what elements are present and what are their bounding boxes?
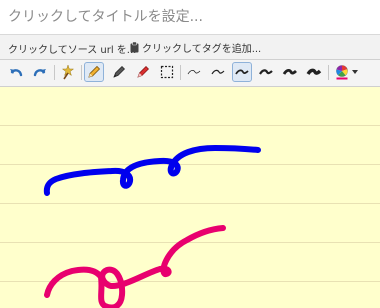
select-tool-button[interactable] — [157, 62, 177, 82]
stroke-width-3-icon — [235, 69, 249, 75]
tags-label: クリックしてタグを追加... — [142, 44, 262, 55]
title-input[interactable] — [8, 7, 372, 27]
pencil-icon — [88, 65, 101, 78]
title-bar — [0, 0, 380, 35]
source-url-link[interactable]: クリックしてソース url を... — [8, 41, 136, 56]
pink-ink-stroke — [44, 225, 226, 308]
stroke-width-6-button[interactable] — [304, 62, 324, 82]
stroke-width-4-icon — [259, 69, 273, 75]
tags-link[interactable]: クリックしてタグを追加... — [130, 40, 261, 55]
toolbar-separator — [81, 65, 82, 80]
color-picker-button[interactable] — [333, 62, 361, 82]
stroke-width-5-button[interactable] — [280, 62, 300, 82]
stroke-width-3-button[interactable] — [232, 62, 252, 82]
stroke-width-2-icon — [211, 69, 225, 75]
stroke-width-6-icon — [306, 68, 322, 75]
toolbar-separator — [328, 65, 329, 80]
blue-ink-stroke — [43, 145, 261, 196]
stroke-width-5-icon — [282, 68, 297, 75]
meta-bar: クリックしてソース url を... クリックしてタグを追加... — [0, 35, 380, 60]
redo-button[interactable] — [30, 62, 50, 82]
redo-icon — [33, 69, 46, 77]
note-app: クリックしてソース url を... クリックしてタグを追加... — [0, 0, 380, 308]
color-picker-icon — [336, 65, 358, 80]
stroke-width-1-button[interactable] — [184, 62, 204, 82]
pencil-tool-button[interactable] — [84, 62, 104, 82]
drawing-toolbar — [0, 60, 380, 87]
marker-tool-button[interactable] — [133, 62, 153, 82]
stroke-width-4-button[interactable] — [256, 62, 276, 82]
toolbar-separator — [54, 65, 55, 80]
ink-layer — [43, 145, 261, 308]
stroke-width-2-button[interactable] — [208, 62, 228, 82]
drawing-canvas[interactable] — [0, 87, 380, 308]
pen-tool-button[interactable] — [109, 62, 129, 82]
marker-icon — [137, 66, 149, 78]
undo-button[interactable] — [6, 62, 26, 82]
undo-icon — [10, 69, 23, 77]
magic-wand-button[interactable] — [58, 62, 78, 82]
selection-rectangle-icon — [160, 65, 174, 79]
clipboard-icon — [130, 42, 139, 53]
stroke-width-1-icon — [187, 69, 201, 75]
pen-icon — [113, 66, 125, 78]
magic-wand-icon — [61, 64, 75, 80]
toolbar-separator — [180, 65, 181, 80]
